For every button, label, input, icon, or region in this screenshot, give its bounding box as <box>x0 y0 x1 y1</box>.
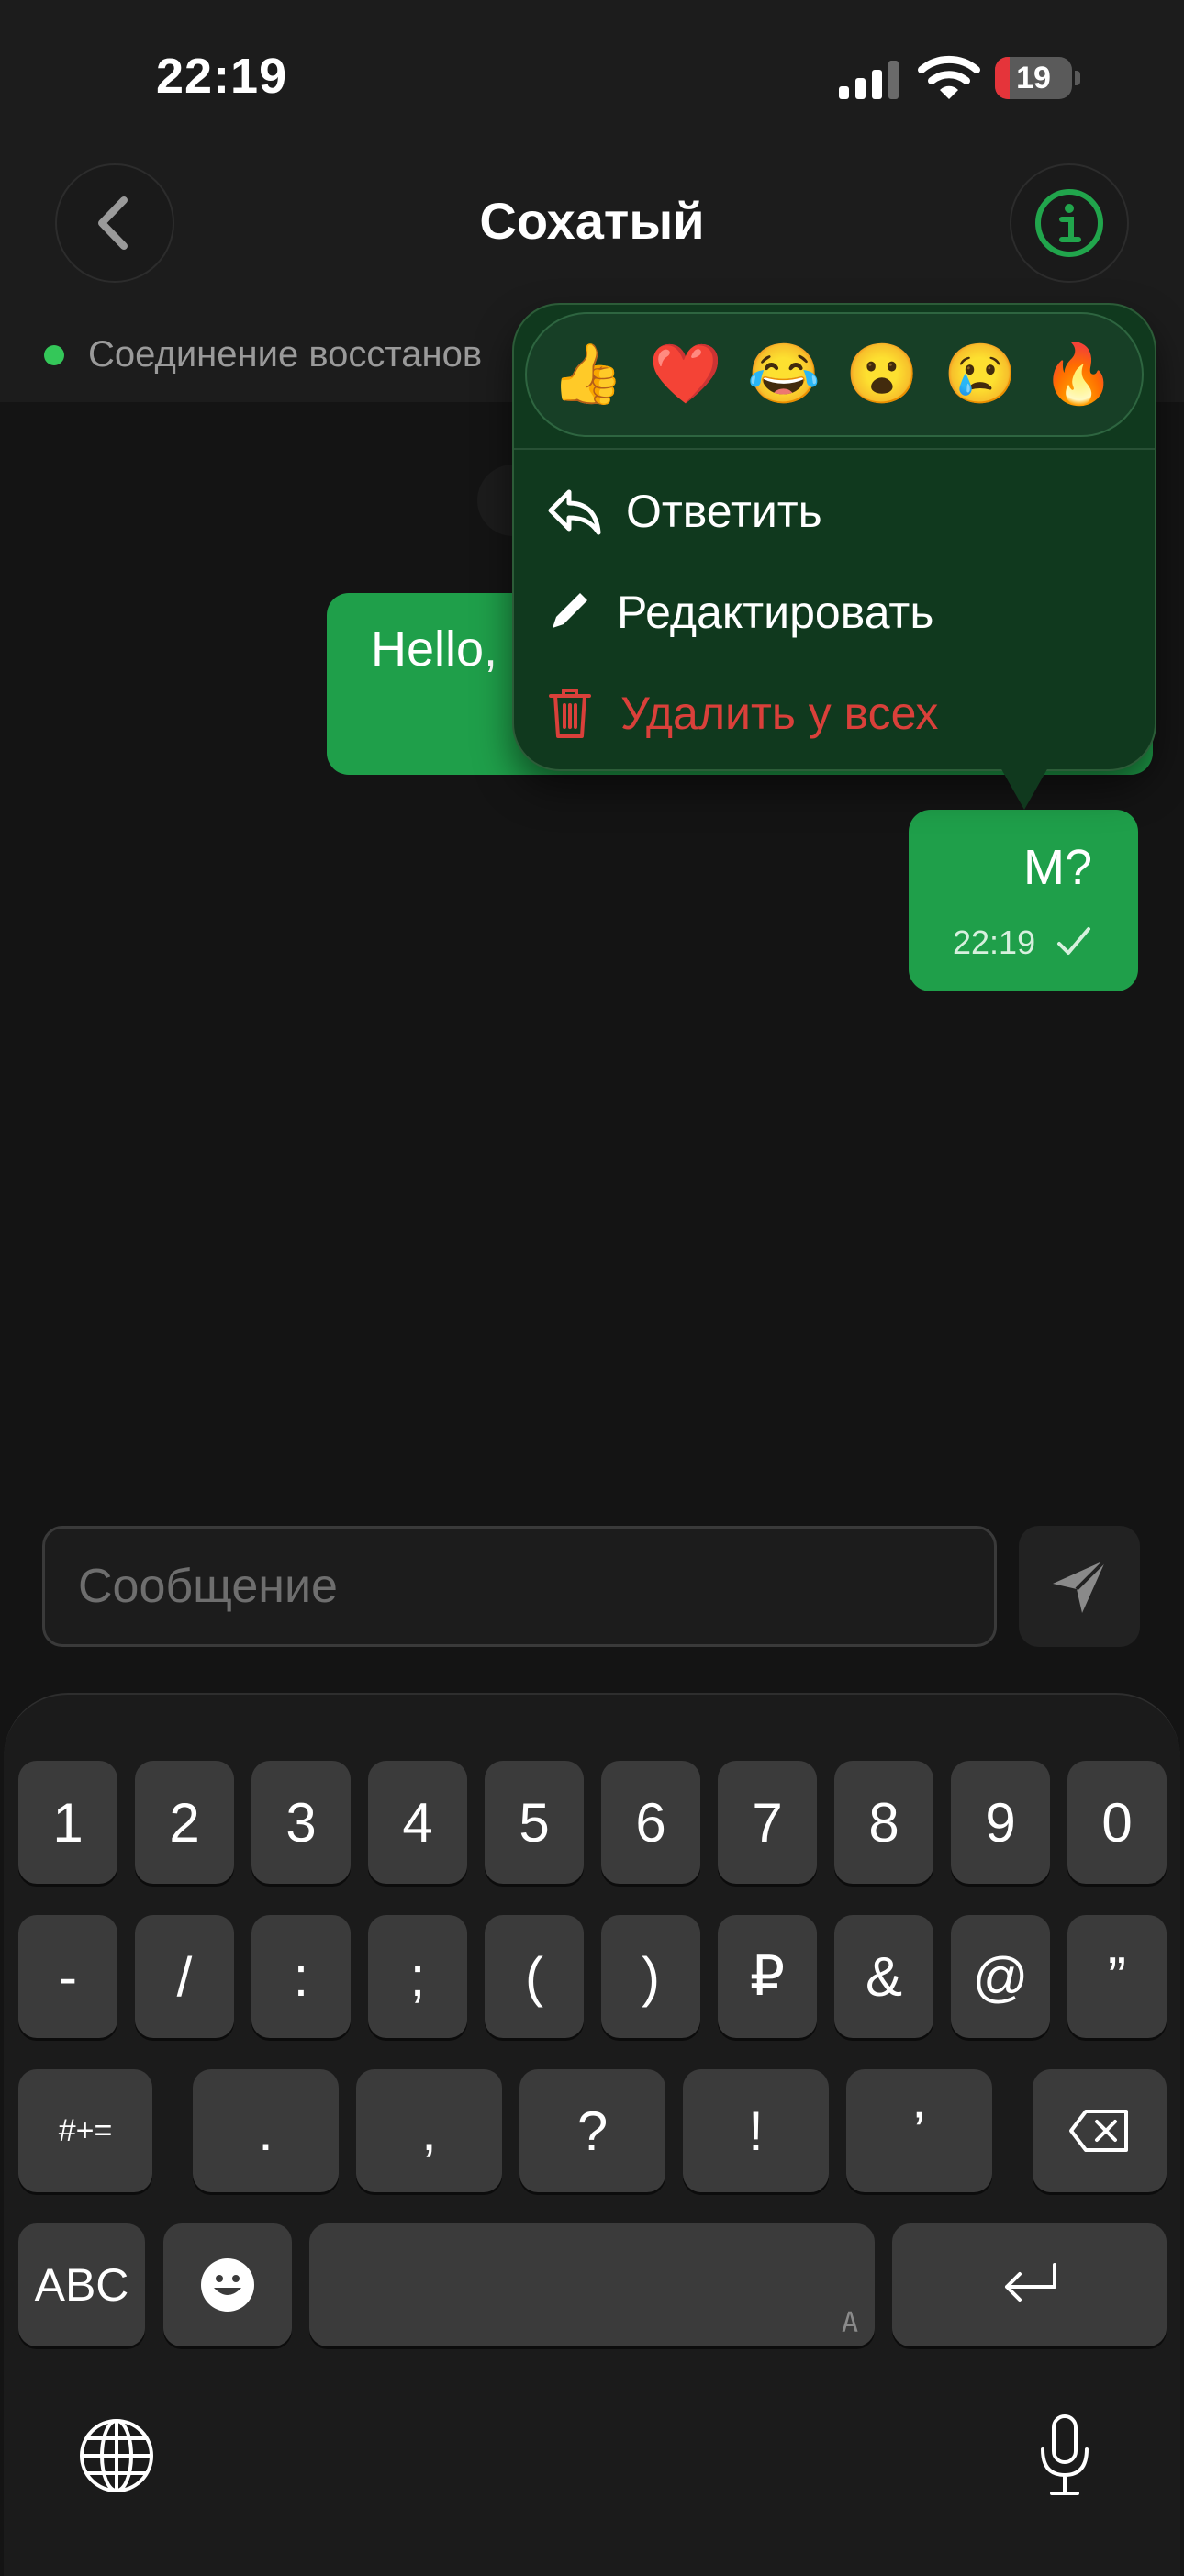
key[interactable]: ( <box>485 1915 584 2038</box>
message-input[interactable] <box>42 1526 997 1647</box>
key[interactable]: 6 <box>601 1761 700 1884</box>
key[interactable]: 4 <box>368 1761 467 1884</box>
key[interactable]: @ <box>951 1915 1050 2038</box>
reaction-thumbs-up[interactable]: 👍 <box>543 332 631 415</box>
send-icon <box>1053 1558 1108 1613</box>
trash-icon <box>549 689 591 738</box>
reaction-heart[interactable]: ❤️ <box>642 332 730 415</box>
message-text: M? <box>1022 840 1092 895</box>
key[interactable]: , <box>356 2069 502 2192</box>
key[interactable]: 1 <box>18 1761 117 1884</box>
emoji-icon <box>201 2258 254 2312</box>
backspace-icon <box>1069 2110 1128 2152</box>
key[interactable]: ) <box>601 1915 700 2038</box>
menu-item-reply[interactable] <box>514 459 1155 560</box>
key[interactable]: 3 <box>251 1761 351 1884</box>
key[interactable]: / <box>135 1915 234 2038</box>
key[interactable]: & <box>834 1915 933 2038</box>
reaction-surprised[interactable]: 😮 <box>838 332 926 415</box>
menu-divider <box>514 448 1155 450</box>
connection-status-text: Соединение восстанов <box>88 334 483 375</box>
message-bubble-selected[interactable] <box>909 810 1138 991</box>
microphone-icon[interactable] <box>1035 2413 1094 2499</box>
key[interactable]: : <box>251 1915 351 2038</box>
emoji-key[interactable] <box>163 2223 292 2346</box>
reaction-laughing[interactable]: 😂 <box>740 332 828 415</box>
key[interactable]: 9 <box>951 1761 1050 1884</box>
key[interactable]: 8 <box>834 1761 933 1884</box>
key[interactable]: . <box>193 2069 339 2192</box>
key[interactable]: 7 <box>718 1761 817 1884</box>
key[interactable]: 2 <box>135 1761 234 1884</box>
space-key[interactable]: A <box>309 2223 875 2346</box>
cellular-signal-icon <box>839 61 899 99</box>
key[interactable]: ’ <box>846 2069 992 2192</box>
info-icon <box>1035 189 1103 257</box>
chat-title: Сохатый <box>479 192 705 250</box>
key[interactable]: 5 <box>485 1761 584 1884</box>
key[interactable]: 0 <box>1067 1761 1167 1884</box>
key[interactable]: ; <box>368 1915 467 2038</box>
sent-check-icon <box>1057 927 1090 955</box>
message-time: 22:19 <box>953 924 1036 961</box>
message-text: Hello, <box>371 622 498 677</box>
reaction-fire[interactable]: 🔥 <box>1034 332 1123 415</box>
symbols-key[interactable]: #+= <box>18 2069 152 2192</box>
wifi-icon <box>918 55 980 99</box>
space-key-hint: A <box>841 2307 858 2339</box>
menu-item-edit-label: Редактировать <box>617 587 934 638</box>
info-button[interactable] <box>1010 163 1129 283</box>
key[interactable]: ” <box>1067 1915 1167 2038</box>
menu-item-delete-label: Удалить у всех <box>620 688 939 739</box>
status-time: 22:19 <box>156 49 288 104</box>
backspace-key[interactable] <box>1033 2069 1167 2192</box>
context-menu-tail <box>1000 767 1048 810</box>
battery-indicator: 19 <box>995 57 1081 99</box>
battery-level: 19 <box>1016 61 1051 95</box>
pencil-icon <box>553 593 587 628</box>
globe-icon[interactable] <box>77 2416 156 2495</box>
abc-key[interactable]: ABC <box>18 2223 145 2346</box>
reaction-crying[interactable]: 😢 <box>936 332 1024 415</box>
key[interactable]: ₽ <box>718 1915 817 2038</box>
return-key[interactable] <box>892 2223 1167 2346</box>
key[interactable]: ? <box>519 2069 665 2192</box>
return-icon <box>1004 2263 1056 2302</box>
key[interactable]: - <box>18 1915 117 2038</box>
menu-item-reply-label: Ответить <box>626 486 822 537</box>
connection-status-dot <box>44 345 64 365</box>
key[interactable]: ! <box>683 2069 829 2192</box>
reply-icon <box>548 489 601 535</box>
send-button[interactable] <box>1019 1526 1140 1647</box>
